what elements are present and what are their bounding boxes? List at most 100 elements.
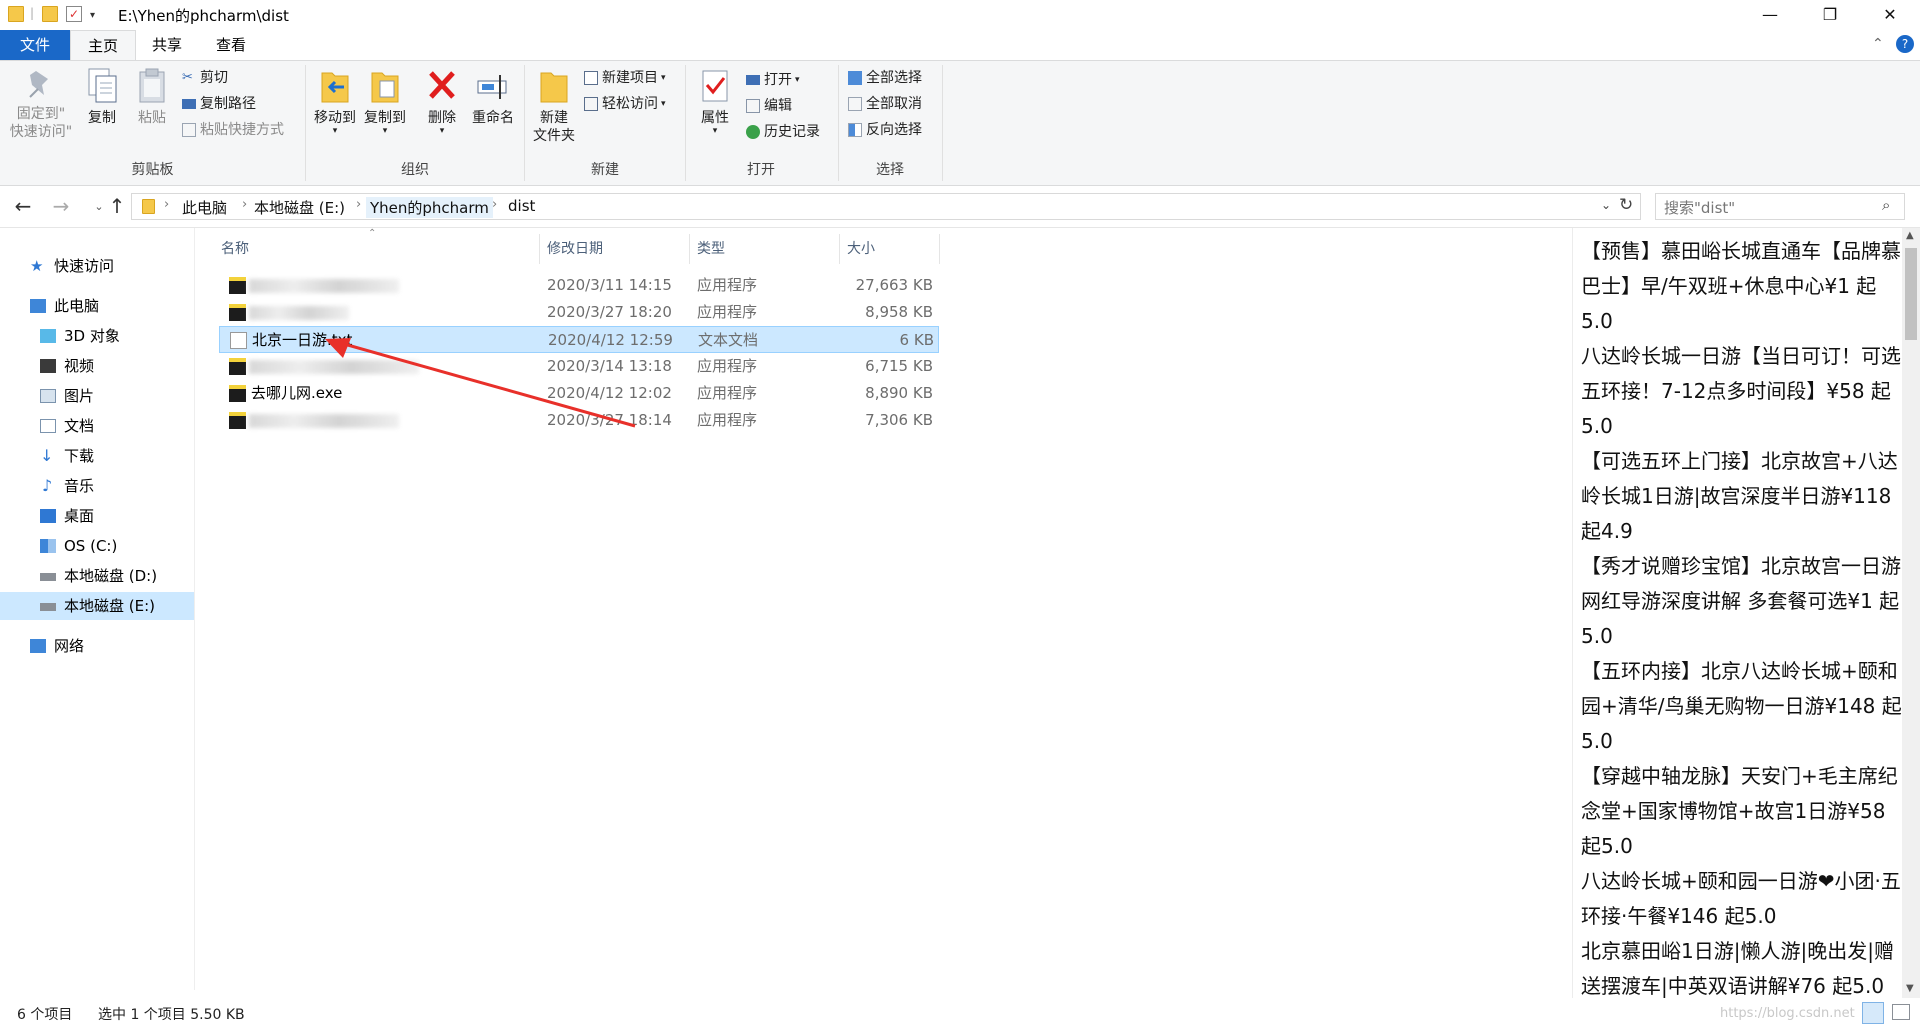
new-folder-button[interactable]: 新建 文件夹	[528, 67, 580, 145]
file-row[interactable]: 2020/3/11 14:15 应用程序 27,663 KB	[219, 272, 939, 299]
pin-label-line2: 快速访问"	[9, 124, 73, 140]
ribbon-home: 固定到" 快速访问" 复制 粘贴 ✂ 剪切 复制路径 粘贴快捷方式 剪贴板 移动…	[0, 60, 1920, 186]
drive-icon	[40, 573, 56, 581]
column-divider[interactable]	[689, 234, 690, 264]
copy-icon	[85, 67, 119, 105]
move-to-label: 移动到	[314, 110, 356, 126]
nav-network[interactable]: 网络	[0, 632, 194, 660]
nav-documents[interactable]: 文档	[0, 412, 194, 440]
column-header-name[interactable]: 名称	[221, 238, 249, 258]
nav-drive-c[interactable]: OS (C:)	[0, 532, 194, 560]
cut-button[interactable]: ✂ 剪切	[182, 67, 228, 89]
forward-button[interactable]: →	[48, 194, 74, 218]
scroll-up-icon[interactable]: ▲	[1906, 230, 1914, 241]
scroll-down-icon[interactable]: ▼	[1906, 983, 1914, 994]
paste-button[interactable]: 粘贴	[130, 67, 174, 127]
group-label-clipboard: 剪贴板	[131, 162, 174, 178]
copy-button[interactable]: 复制	[80, 67, 124, 127]
collapse-ribbon-icon[interactable]: ⌃	[1872, 36, 1884, 52]
column-divider[interactable]	[539, 234, 540, 264]
nav-downloads[interactable]: ↓ 下载	[0, 442, 194, 470]
back-button[interactable]: ←	[10, 194, 36, 218]
new-folder-label-line1: 新建	[540, 110, 568, 126]
rename-button[interactable]: 重命名	[468, 67, 518, 127]
breadcrumb-dist[interactable]: dist	[508, 197, 535, 215]
column-header-date[interactable]: 修改日期	[547, 238, 603, 258]
column-divider[interactable]	[939, 234, 940, 264]
column-header-type[interactable]: 类型	[697, 238, 725, 258]
copy-path-button[interactable]: 复制路径	[182, 93, 256, 115]
easy-access-button[interactable]: 轻松访问 ▾	[584, 93, 666, 115]
properties-quick-icon[interactable]: ✓	[66, 6, 82, 22]
file-date: 2020/3/11 14:15	[547, 276, 672, 294]
edit-button[interactable]: 编辑	[746, 95, 792, 117]
nav-label: 本地磁盘 (E:)	[64, 597, 156, 615]
easy-access-label: 轻松访问	[602, 96, 658, 112]
breadcrumb-project[interactable]: Yhen的phcharm	[366, 197, 493, 218]
properties-button[interactable]: 属性 ▾	[690, 67, 740, 136]
address-bar[interactable]: › 此电脑 › 本地磁盘 (E:) › Yhen的phcharm › dist …	[131, 193, 1641, 220]
new-item-button[interactable]: 新建项目 ▾	[584, 67, 666, 89]
nav-desktop[interactable]: 桌面	[0, 502, 194, 530]
nav-quick-access[interactable]: ★ 快速访问	[0, 252, 194, 280]
customize-toolbar-icon[interactable]: ▾	[90, 10, 106, 26]
tab-file[interactable]: 文件	[0, 30, 70, 60]
select-none-button[interactable]: 全部取消	[848, 93, 922, 115]
search-input[interactable]: 搜索"dist" ⌕	[1655, 193, 1905, 220]
select-all-label: 全部选择	[866, 70, 922, 86]
large-icons-view-icon[interactable]	[1892, 1004, 1910, 1020]
preview-pane[interactable]: 【预售】慕田峪长城直通车【品牌慕巴士】早/午双班+休息中心¥1 起5.0 八达岭…	[1572, 228, 1902, 998]
column-header-size[interactable]: 大小	[847, 238, 875, 258]
refresh-icon[interactable]: ↻	[1619, 195, 1633, 215]
column-divider[interactable]	[839, 234, 840, 264]
nav-this-pc[interactable]: 此电脑	[0, 292, 194, 320]
pin-quick-access-button[interactable]: 固定到" 快速访问"	[8, 67, 74, 141]
paste-label: 粘贴	[138, 110, 166, 126]
nav-videos[interactable]: 视频	[0, 352, 194, 380]
scroll-thumb[interactable]	[1905, 248, 1917, 340]
nav-label: 文档	[64, 417, 95, 435]
nav-label: OS (C:)	[64, 537, 118, 555]
address-dropdown-icon[interactable]: ⌄	[1601, 198, 1611, 212]
open-icon	[746, 75, 760, 85]
folder-icon	[8, 6, 24, 22]
open-label: 打开	[764, 72, 792, 88]
help-icon[interactable]: ?	[1896, 35, 1914, 53]
invert-selection-button[interactable]: 反向选择	[848, 119, 922, 141]
select-all-button[interactable]: 全部选择	[848, 67, 922, 89]
copy-label: 复制	[88, 110, 116, 126]
maximize-button[interactable]: ❐	[1800, 0, 1860, 30]
search-placeholder: 搜索"dist"	[1664, 199, 1736, 217]
details-view-icon[interactable]	[1862, 1002, 1884, 1024]
file-size: 7,306 KB	[865, 411, 933, 429]
preview-scrollbar[interactable]: ▲ ▼	[1902, 228, 1920, 998]
new-folder-quick-icon[interactable]	[42, 6, 58, 22]
paste-shortcut-button[interactable]: 粘贴快捷方式	[182, 119, 284, 141]
tab-share[interactable]: 共享	[136, 30, 198, 60]
pin-icon	[26, 67, 56, 101]
breadcrumb-drive-e[interactable]: 本地磁盘 (E:)	[254, 197, 345, 218]
nav-drive-e[interactable]: 本地磁盘 (E:)	[0, 592, 194, 620]
move-to-button[interactable]: 移动到 ▾	[312, 67, 358, 136]
minimize-button[interactable]: —	[1740, 0, 1800, 30]
new-folder-icon	[537, 67, 571, 105]
search-icon[interactable]: ⌕	[1882, 196, 1890, 214]
delete-button[interactable]: 删除 ▾	[420, 67, 464, 136]
open-dropdown-icon: ▾	[795, 75, 800, 85]
close-button[interactable]: ✕	[1860, 0, 1920, 30]
nav-music[interactable]: ♪ 音乐	[0, 472, 194, 500]
tab-view[interactable]: 查看	[198, 30, 264, 60]
nav-drive-d[interactable]: 本地磁盘 (D:)	[0, 562, 194, 590]
document-icon	[40, 419, 56, 433]
file-row[interactable]: 2020/3/27 18:20 应用程序 8,958 KB	[219, 299, 939, 326]
tab-home[interactable]: 主页	[70, 30, 136, 61]
breadcrumb-this-pc[interactable]: 此电脑	[182, 197, 227, 218]
copy-to-button[interactable]: 复制到 ▾	[362, 67, 408, 136]
open-button[interactable]: 打开 ▾	[746, 69, 800, 91]
up-button[interactable]: ↑	[104, 194, 130, 218]
nav-3d-objects[interactable]: 3D 对象	[0, 322, 194, 350]
group-label-new: 新建	[591, 162, 619, 178]
group-label-organize: 组织	[401, 162, 429, 178]
nav-pictures[interactable]: 图片	[0, 382, 194, 410]
history-button[interactable]: 历史记录	[746, 121, 820, 143]
